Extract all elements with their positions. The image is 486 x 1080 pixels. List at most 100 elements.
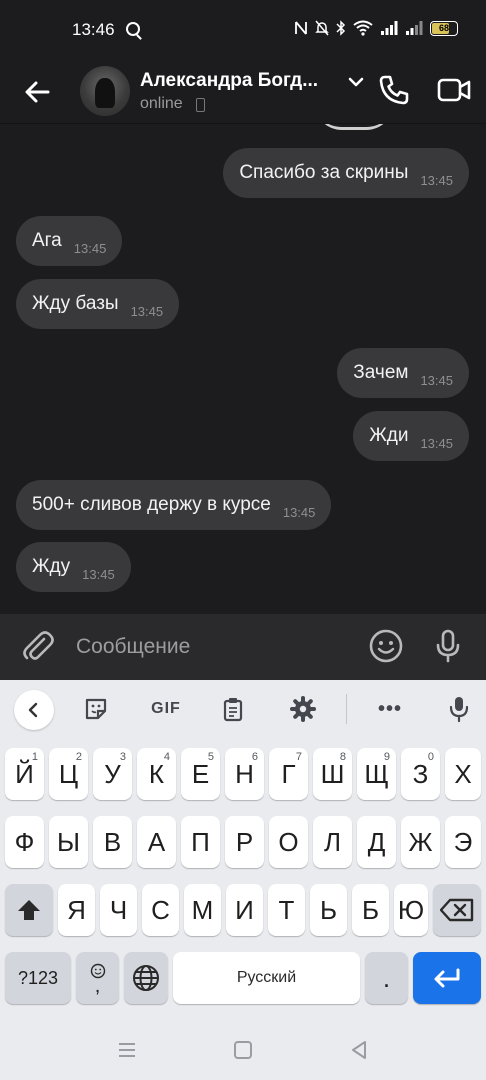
key[interactable]: Р: [225, 816, 264, 868]
key[interactable]: О: [269, 816, 308, 868]
recent-apps-icon[interactable]: [115, 1038, 139, 1062]
status-icons: 68: [294, 20, 458, 36]
gif-button[interactable]: GIF: [148, 694, 184, 724]
key[interactable]: Ч: [100, 884, 137, 936]
symbols-key[interactable]: ?123: [5, 952, 71, 1004]
message-outgoing[interactable]: Жди 13:45: [353, 411, 469, 461]
image-preview-edge: [314, 124, 394, 130]
message-time: 13:45: [282, 504, 316, 520]
message-composer: [0, 614, 486, 680]
shift-key[interactable]: [5, 884, 53, 936]
paperclip-icon[interactable]: [20, 629, 56, 665]
period-key[interactable]: .: [365, 952, 408, 1004]
key[interactable]: И: [226, 884, 263, 936]
key[interactable]: Ж: [401, 816, 440, 868]
mute-icon: [315, 20, 329, 36]
key[interactable]: А: [137, 816, 176, 868]
system-nav-bar: [0, 1020, 486, 1080]
message-time: 13:45: [73, 240, 107, 256]
key[interactable]: Ю: [394, 884, 428, 936]
chevron-left-icon: [28, 702, 38, 718]
keyboard: GIF ••• Й1 Ц2 У3 К4 Е5 Н6 Г7 Ш8 Щ9 З0 Х …: [0, 680, 486, 1020]
message-input[interactable]: [76, 628, 346, 666]
enter-icon: [434, 968, 460, 988]
key[interactable]: Ы: [49, 816, 88, 868]
mobile-device-icon: [196, 98, 205, 112]
key[interactable]: П: [181, 816, 220, 868]
avatar[interactable]: [80, 66, 130, 116]
message-outgoing[interactable]: Спасибо за скрины 13:45: [223, 148, 469, 198]
key[interactable]: В: [93, 816, 132, 868]
message-text: Ага: [32, 230, 62, 251]
settings-button[interactable]: [288, 694, 318, 724]
backspace-icon: [440, 898, 474, 922]
microphone-icon[interactable]: [430, 628, 466, 664]
more-icon: •••: [377, 697, 402, 720]
home-icon[interactable]: [231, 1038, 255, 1062]
key[interactable]: К4: [137, 748, 176, 800]
status-bar: 13:46 68: [0, 0, 486, 62]
message-time: 13:45: [420, 172, 453, 188]
chevron-down-icon[interactable]: [346, 72, 366, 92]
emoji-icon[interactable]: [368, 628, 404, 664]
enter-key[interactable]: [413, 952, 481, 1004]
key[interactable]: У3: [93, 748, 132, 800]
clipboard-button[interactable]: [218, 694, 248, 724]
search-notification-icon: [126, 22, 140, 36]
key[interactable]: Х: [445, 748, 481, 800]
message-outgoing[interactable]: Зачем 13:45: [337, 348, 469, 398]
key[interactable]: М: [184, 884, 221, 936]
toolbar-collapse-button[interactable]: [14, 690, 54, 730]
sticker-icon: [85, 698, 107, 720]
key[interactable]: Л: [313, 816, 352, 868]
key[interactable]: Ц2: [49, 748, 88, 800]
emoji-comma-key[interactable]: ,: [76, 952, 119, 1004]
message-text: 500+ сливов держу в курсе: [32, 494, 271, 515]
key[interactable]: Ш8: [313, 748, 352, 800]
nfc-icon: [295, 21, 307, 35]
key[interactable]: Н6: [225, 748, 264, 800]
status-time: 13:46: [72, 20, 115, 39]
key-row-4: ?123 , Русский .: [0, 952, 486, 1008]
signal-icon: [381, 21, 398, 35]
sticker-button[interactable]: [81, 694, 111, 724]
key[interactable]: Б: [352, 884, 389, 936]
key-row-2: Ф Ы В А П Р О Л Д Ж Э: [0, 816, 486, 872]
space-key[interactable]: Русский: [173, 952, 360, 1004]
key[interactable]: Е5: [181, 748, 220, 800]
message-incoming[interactable]: Ага 13:45: [16, 216, 123, 266]
key[interactable]: Я: [58, 884, 95, 936]
key-row-1: Й1 Ц2 У3 К4 Е5 Н6 Г7 Ш8 Щ9 З0 Х: [0, 748, 486, 804]
battery-level: 68: [438, 22, 449, 33]
back-icon[interactable]: [347, 1038, 371, 1062]
comma-label: ,: [94, 975, 101, 997]
contact-name[interactable]: Александра Богд...: [140, 70, 340, 92]
key[interactable]: Й1: [5, 748, 44, 800]
video-call-icon[interactable]: [436, 72, 472, 108]
key[interactable]: З0: [401, 748, 440, 800]
language-key[interactable]: [124, 952, 168, 1004]
message-time: 13:45: [420, 435, 453, 451]
message-incoming[interactable]: 500+ сливов держу в курсе 13:45: [16, 480, 332, 530]
phone-call-icon[interactable]: [376, 72, 412, 108]
key[interactable]: Д: [357, 816, 396, 868]
message-incoming[interactable]: Жду базы 13:45: [16, 279, 180, 329]
toolbar-divider: [346, 694, 347, 724]
message-text: Спасибо за скрины: [239, 162, 409, 183]
key[interactable]: С: [142, 884, 179, 936]
voice-input-button[interactable]: [444, 694, 474, 724]
key[interactable]: Г7: [269, 748, 308, 800]
message-incoming[interactable]: Жду 13:45: [16, 542, 131, 592]
back-arrow-icon[interactable]: [20, 74, 56, 110]
more-options-button[interactable]: •••: [372, 694, 408, 724]
key[interactable]: Э: [445, 816, 481, 868]
message-time: 13:45: [130, 303, 164, 319]
message-list[interactable]: Спасибо за скрины 13:45 Ага 13:45 Жду ба…: [0, 124, 486, 614]
keyboard-toolbar: GIF •••: [0, 680, 486, 738]
key[interactable]: Ь: [310, 884, 347, 936]
key[interactable]: Щ9: [357, 748, 396, 800]
chat-header: Александра Богд... online: [0, 62, 486, 124]
key[interactable]: Т: [268, 884, 305, 936]
key[interactable]: Ф: [5, 816, 44, 868]
backspace-key[interactable]: [433, 884, 481, 936]
